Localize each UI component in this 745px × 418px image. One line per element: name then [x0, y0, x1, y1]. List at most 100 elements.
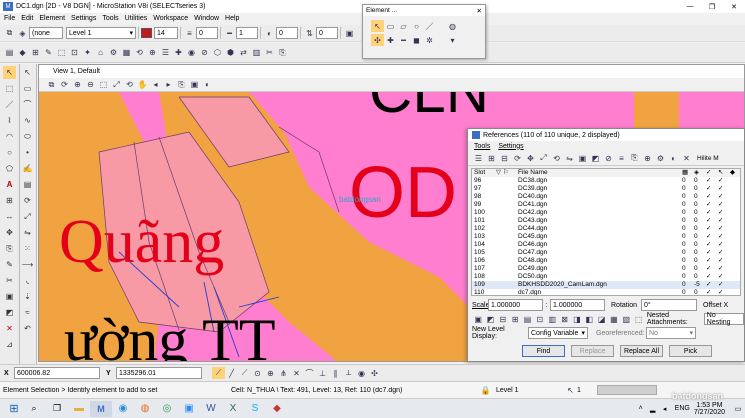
reference-row[interactable]: 98 DC40.dgn 0 0 ✓ ✓ — [472, 193, 740, 201]
tool-d-icon[interactable]: ✎ — [42, 47, 55, 59]
line-weight-icon[interactable]: ━ — [223, 27, 236, 39]
fillet-icon[interactable]: ◟ — [21, 274, 34, 287]
active-level-combo[interactable]: (none — [29, 27, 63, 39]
ref-scale-icon[interactable]: ⤢ — [537, 152, 550, 164]
tool-u-icon[interactable]: ✂ — [263, 47, 276, 59]
view-previous-icon[interactable]: ◂ — [149, 79, 162, 91]
microstation-task-icon[interactable]: M — [90, 400, 112, 417]
note-icon[interactable]: ✍ — [21, 162, 34, 175]
reference-row[interactable]: 106 DC48.dgn 0 0 ✓ ✓ — [472, 257, 740, 265]
menu-utilities[interactable]: Utilities — [125, 15, 148, 22]
opt-8-icon[interactable]: ⊠ — [558, 313, 570, 325]
word-icon[interactable]: W — [200, 402, 222, 416]
ref-snap-check[interactable]: ✓ — [716, 209, 728, 217]
references-menu-tools[interactable]: Tools — [474, 143, 490, 150]
opt-10-icon[interactable]: ◧ — [583, 313, 595, 325]
rotate-icon[interactable]: ⟳ — [21, 194, 34, 207]
find-button[interactable]: Find — [522, 345, 565, 357]
tool-m-icon[interactable]: ☰ — [159, 47, 172, 59]
ref-snap-check[interactable]: ✓ — [716, 201, 728, 209]
undo-icon[interactable]: ↶ — [21, 322, 34, 335]
replace-button[interactable]: Replace — [571, 345, 614, 357]
ref-copy-icon[interactable]: ⎘ — [628, 152, 641, 164]
select-level-icon[interactable]: ◍ — [446, 20, 459, 32]
tool-a-icon[interactable]: ▤ — [3, 47, 16, 59]
reference-row[interactable]: 105 DC47.dgn 0 0 ✓ ✓ — [472, 249, 740, 257]
group-icon[interactable]: ▣ — [3, 290, 16, 303]
ref-display-check[interactable]: ✓ — [704, 209, 716, 217]
transparency-icon[interactable]: ◐ — [263, 27, 276, 39]
ref-snap-check[interactable]: ✓ — [716, 273, 728, 281]
col-file-name[interactable]: File Name — [516, 169, 680, 177]
chrome-icon[interactable]: ◎ — [156, 402, 178, 416]
cell-icon[interactable]: ⊞ — [3, 194, 16, 207]
scale-b-input[interactable]: 1.000000 — [550, 299, 605, 311]
col-c-icon[interactable]: ✓ — [704, 169, 716, 177]
snap-origin-icon[interactable]: ⊕ — [264, 367, 277, 379]
tool-q-icon[interactable]: ⬡ — [211, 47, 224, 59]
modify-icon[interactable]: ✎ — [3, 258, 16, 271]
ref-display-check[interactable]: ✓ — [704, 225, 716, 233]
mode-subtract-icon[interactable]: ━ — [397, 34, 410, 46]
polyline-icon[interactable]: ⌇ — [3, 114, 16, 127]
ref-snap-check[interactable]: ✓ — [716, 265, 728, 273]
ref-display-check[interactable]: ✓ — [704, 185, 716, 193]
reference-row[interactable]: 104 DC46.dgn 0 0 ✓ ✓ — [472, 241, 740, 249]
excel-icon[interactable]: X — [222, 402, 244, 416]
change-attributes-icon[interactable]: ◩ — [3, 306, 16, 319]
ref-display-check[interactable]: ✓ — [704, 241, 716, 249]
search-icon[interactable]: ⌕ — [22, 402, 46, 416]
reference-row[interactable]: 107 DC49.dgn 0 0 ✓ ✓ — [472, 265, 740, 273]
ref-settings-icon[interactable]: ⚙ — [654, 152, 667, 164]
opt-13-icon[interactable]: ▧ — [620, 313, 632, 325]
reference-row[interactable]: 110 dc7.dgn 0 0 ✓ ✓ — [472, 289, 740, 295]
ref-detach-icon[interactable]: ⊟ — [498, 152, 511, 164]
array-icon[interactable]: ⁙ — [21, 242, 34, 255]
notification-icon[interactable]: ▭ — [731, 405, 745, 413]
snap-intersection-icon[interactable]: ✕ — [290, 367, 303, 379]
dimension-icon[interactable]: ↔ — [3, 210, 16, 223]
transparency-combo[interactable]: 0 — [276, 27, 298, 39]
pan-view-icon[interactable]: ✋ — [136, 79, 149, 91]
reference-row[interactable]: 100 DC42.dgn 0 0 ✓ ✓ — [472, 209, 740, 217]
ref-display-check[interactable]: ✓ — [704, 233, 716, 241]
ref-list-icon[interactable]: ☰ — [472, 152, 485, 164]
ref-move-icon[interactable]: ✥ — [524, 152, 537, 164]
tool-s-icon[interactable]: ⇄ — [237, 47, 250, 59]
scale-icon[interactable]: ⤢ — [21, 210, 34, 223]
select-line-icon[interactable]: ／ — [423, 20, 436, 32]
tool-b-icon[interactable]: ◆ — [16, 47, 29, 59]
style-combo[interactable]: 0 — [196, 27, 218, 39]
ref-display-check[interactable]: ✓ — [704, 249, 716, 257]
copy-view-icon[interactable]: ⎘ — [175, 79, 188, 91]
snap-keypoint-icon[interactable]: ⟋ — [212, 367, 225, 379]
ref-display-check[interactable]: ✓ — [704, 201, 716, 209]
ref-snap-check[interactable]: ✓ — [716, 289, 728, 295]
opt-7-icon[interactable]: ▥ — [546, 313, 558, 325]
ref-snap-check[interactable]: ✓ — [716, 233, 728, 241]
menu-element[interactable]: Element — [39, 15, 65, 22]
ref-snap-check[interactable]: ✓ — [716, 193, 728, 201]
network-icon[interactable]: ▂ — [647, 405, 659, 413]
zoom-in-icon[interactable]: ⊕ — [71, 79, 84, 91]
opt-14-icon[interactable]: ⬚ — [632, 313, 644, 325]
menu-window[interactable]: Window — [194, 15, 219, 22]
color-combo[interactable]: 14 — [154, 27, 178, 39]
move-icon[interactable]: ✥ — [3, 226, 16, 239]
trim-icon[interactable]: ✂ — [3, 274, 16, 287]
lock-icon[interactable]: 🔒 — [479, 384, 492, 396]
nested-select[interactable]: No Nesting — [703, 312, 744, 326]
opt-12-icon[interactable]: ▦ — [608, 313, 620, 325]
ref-snap-check[interactable]: ✓ — [716, 257, 728, 265]
match-icon[interactable]: ≈ — [21, 306, 34, 319]
level-manager-icon[interactable]: ⧉ — [3, 27, 16, 39]
drop-icon[interactable]: ⇣ — [21, 290, 34, 303]
tool-e-icon[interactable]: ⬚ — [55, 47, 68, 59]
line-icon[interactable]: ／ — [3, 98, 16, 111]
tool-o-icon[interactable]: ◉ — [185, 47, 198, 59]
tool-g-icon[interactable]: ✦ — [81, 47, 94, 59]
ref-display-check[interactable]: ✓ — [704, 257, 716, 265]
tool-n-icon[interactable]: ✚ — [172, 47, 185, 59]
tool-i-icon[interactable]: ⚙ — [107, 47, 120, 59]
ref-reload-icon[interactable]: ⟳ — [511, 152, 524, 164]
